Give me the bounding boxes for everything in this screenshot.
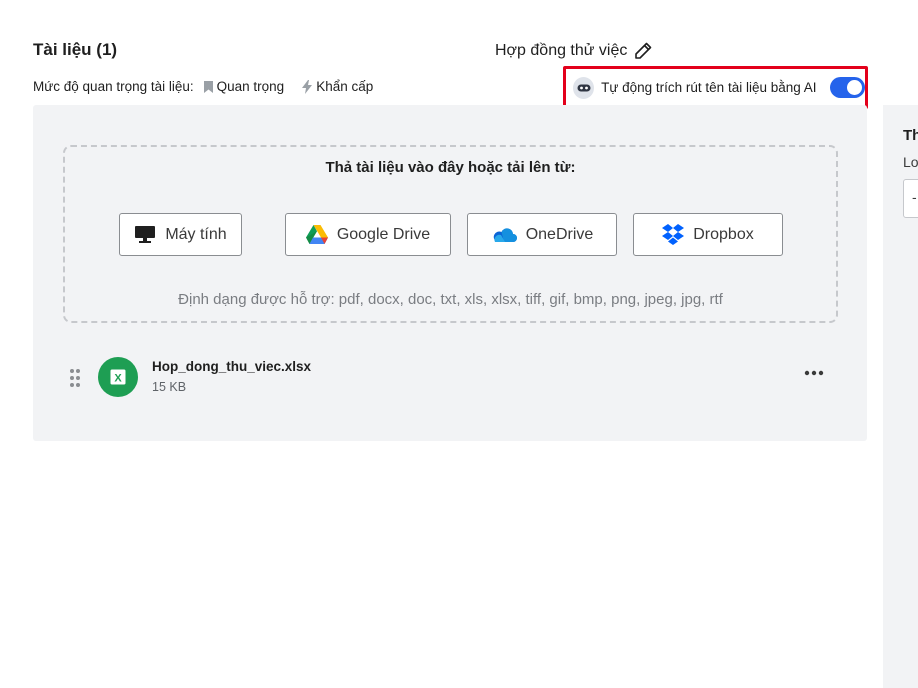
priority-option-urgent[interactable]: Khẩn cấp	[302, 79, 373, 94]
upload-source-label: OneDrive	[525, 225, 594, 243]
upload-source-label: Google Drive	[336, 225, 431, 243]
priority-option-important[interactable]: Quan trọng	[203, 79, 285, 94]
upload-panel: Thả tài liệu vào đây hoặc tải lên từ: Má…	[33, 105, 867, 441]
ai-extract-toggle[interactable]	[829, 77, 865, 98]
svg-text:X: X	[114, 373, 122, 385]
file-size: 15 KB	[152, 380, 187, 394]
document-upload-page: Tài liệu (1) Mức độ quan trọng tài liệu:…	[0, 0, 918, 688]
drop-zone[interactable]: Thả tài liệu vào đây hoặc tải lên từ: Má…	[63, 145, 838, 323]
lightning-icon	[302, 79, 313, 94]
right-panel-field-label: Lo	[903, 154, 918, 170]
drop-zone-title: Thả tài liệu vào đây hoặc tải lên từ:	[325, 159, 576, 176]
upload-dropbox-button[interactable]: Dropbox	[633, 213, 783, 256]
more-options-icon[interactable]	[804, 370, 824, 376]
documents-title: Tài liệu (1)	[33, 40, 118, 59]
bookmark-icon	[203, 80, 213, 93]
file-item[interactable]: X Hop_dong_thu_viec.xlsx 15 KB	[69, 356, 829, 400]
right-panel-title: Th	[903, 127, 918, 144]
pencil-icon[interactable]	[633, 41, 653, 61]
right-side-panel: Th Lo -	[883, 105, 918, 688]
google-drive-icon	[305, 225, 328, 244]
right-panel-clip: Th Lo -	[883, 105, 918, 688]
priority-row: Mức độ quan trọng tài liệu: Quan trọng K…	[33, 79, 373, 94]
toggle-knob	[847, 80, 862, 95]
contract-title: Hợp đồng thử việc	[495, 41, 653, 61]
upload-onedrive-button[interactable]: OneDrive	[467, 213, 617, 256]
robot-icon	[573, 76, 595, 99]
contract-title-text: Hợp đồng thử việc	[495, 42, 628, 59]
onedrive-icon	[493, 228, 517, 242]
priority-option-label: Quan trọng	[216, 79, 285, 94]
file-name: Hop_dong_thu_viec.xlsx	[152, 359, 312, 374]
priority-label: Mức độ quan trọng tài liệu:	[33, 79, 194, 94]
upload-google-drive-button[interactable]: Google Drive	[285, 213, 451, 256]
right-panel-select[interactable]: -	[903, 179, 918, 218]
excel-file-icon: X	[98, 357, 138, 397]
priority-option-label: Khẩn cấp	[316, 79, 374, 94]
upload-computer-button[interactable]: Máy tính	[119, 213, 242, 256]
monitor-icon	[135, 226, 156, 243]
ai-extract-label: Tự động trích rút tên tài liệu bằng AI	[601, 80, 817, 95]
ai-extract-setting: Tự động trích rút tên tài liệu bằng AI	[563, 66, 868, 109]
supported-formats: Định dạng được hỗ trợ: pdf, docx, doc, t…	[178, 291, 723, 308]
drag-handle-icon[interactable]	[69, 368, 81, 388]
dropbox-icon	[662, 224, 685, 245]
upload-source-label: Dropbox	[693, 225, 754, 243]
upload-source-label: Máy tính	[165, 225, 227, 243]
